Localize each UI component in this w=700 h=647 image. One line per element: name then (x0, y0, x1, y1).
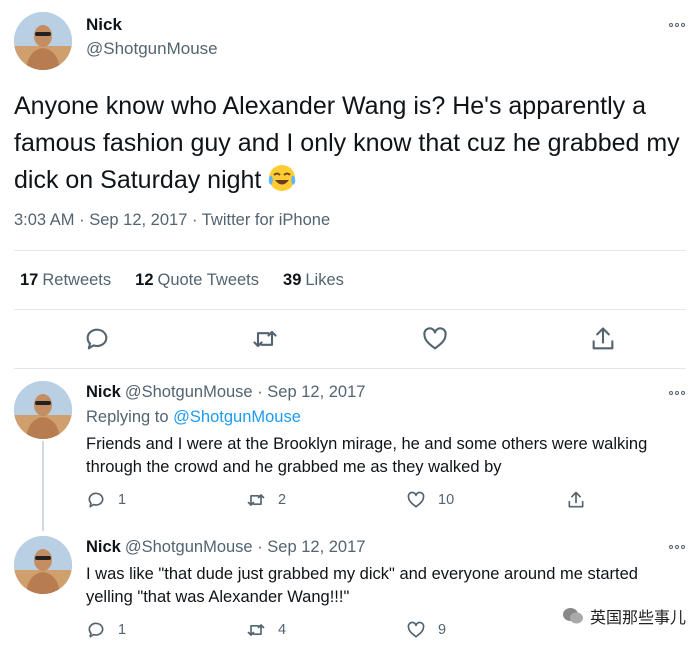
retweet-icon (247, 494, 265, 506)
reply-text: I was like "that dude just grabbed my di… (86, 565, 638, 606)
avatar[interactable] (14, 381, 72, 439)
tweet-stats: 17 Retweets 12 Quote Tweets 39 Likes (20, 271, 344, 290)
more-options-icon[interactable] (667, 20, 687, 30)
replying-to: Replying to @ShotgunMouse (86, 408, 301, 426)
tweet-actions (0, 325, 700, 355)
more-options-icon[interactable] (667, 542, 687, 552)
display-name[interactable]: Nick (86, 383, 121, 401)
reply-icon (88, 492, 104, 508)
reply-count: 1 (118, 492, 127, 508)
like-count: 10 (438, 492, 455, 508)
like-count: 9 (438, 622, 447, 638)
likes-stat[interactable]: 39 Likes (283, 271, 344, 290)
avatar[interactable] (14, 12, 72, 70)
reply-actions: 1 2 10 (86, 490, 686, 512)
avatar-image (14, 12, 72, 70)
like-icon[interactable] (421, 325, 449, 353)
divider (14, 309, 686, 310)
tears-of-joy-emoji (267, 163, 297, 204)
avatar[interactable] (14, 536, 72, 594)
retweet-icon[interactable] (251, 325, 279, 353)
display-name[interactable]: Nick (86, 538, 121, 556)
reply-header: Nick @ShotgunMouse · Sep 12, 2017 (86, 383, 365, 402)
like-button[interactable]: 9 (406, 620, 446, 640)
divider (14, 368, 686, 369)
divider (14, 250, 686, 251)
retweets-stat[interactable]: 17 Retweets (20, 271, 111, 290)
like-icon (407, 621, 425, 638)
watermark: 英国那些事儿 (562, 604, 686, 628)
share-button[interactable] (566, 490, 586, 510)
retweet-count: 2 (278, 492, 287, 508)
retweet-icon (247, 624, 265, 636)
reply-text: Friends and I were at the Brooklyn mirag… (86, 435, 648, 476)
retweet-button[interactable]: 4 (246, 620, 286, 640)
handle-and-date[interactable]: @ShotgunMouse · Sep 12, 2017 (125, 383, 366, 401)
reply-icon[interactable] (83, 325, 111, 353)
reply-icon (88, 622, 104, 638)
wechat-icon (562, 608, 583, 624)
like-button[interactable]: 10 (406, 490, 454, 510)
more-options-icon[interactable] (667, 388, 687, 398)
tweet-text: Anyone know who Alexander Wang is? He's … (14, 88, 686, 204)
retweet-button[interactable]: 2 (246, 490, 286, 510)
share-icon[interactable] (589, 325, 617, 353)
tweet-body: Anyone know who Alexander Wang is? He's … (14, 92, 680, 194)
avatar-image (14, 536, 72, 594)
avatar-image (14, 381, 72, 439)
thread-line (42, 441, 44, 531)
reply-header: Nick @ShotgunMouse · Sep 12, 2017 (86, 538, 365, 557)
retweet-count: 4 (278, 622, 287, 638)
display-name[interactable]: Nick (86, 15, 122, 35)
share-icon (568, 491, 584, 508)
user-handle[interactable]: @ShotgunMouse (86, 39, 218, 59)
reply-button[interactable]: 1 (86, 490, 126, 510)
like-icon (407, 491, 425, 508)
quote-tweets-stat[interactable]: 12 Quote Tweets (135, 271, 259, 290)
reply-count: 1 (118, 622, 127, 638)
replying-to-link[interactable]: @ShotgunMouse (173, 408, 301, 426)
handle-and-date[interactable]: @ShotgunMouse · Sep 12, 2017 (125, 538, 366, 556)
tweet-timestamp[interactable]: 3:03 AM · Sep 12, 2017 · Twitter for iPh… (14, 211, 330, 230)
watermark-text: 英国那些事儿 (589, 610, 686, 627)
reply-button[interactable]: 1 (86, 620, 126, 640)
